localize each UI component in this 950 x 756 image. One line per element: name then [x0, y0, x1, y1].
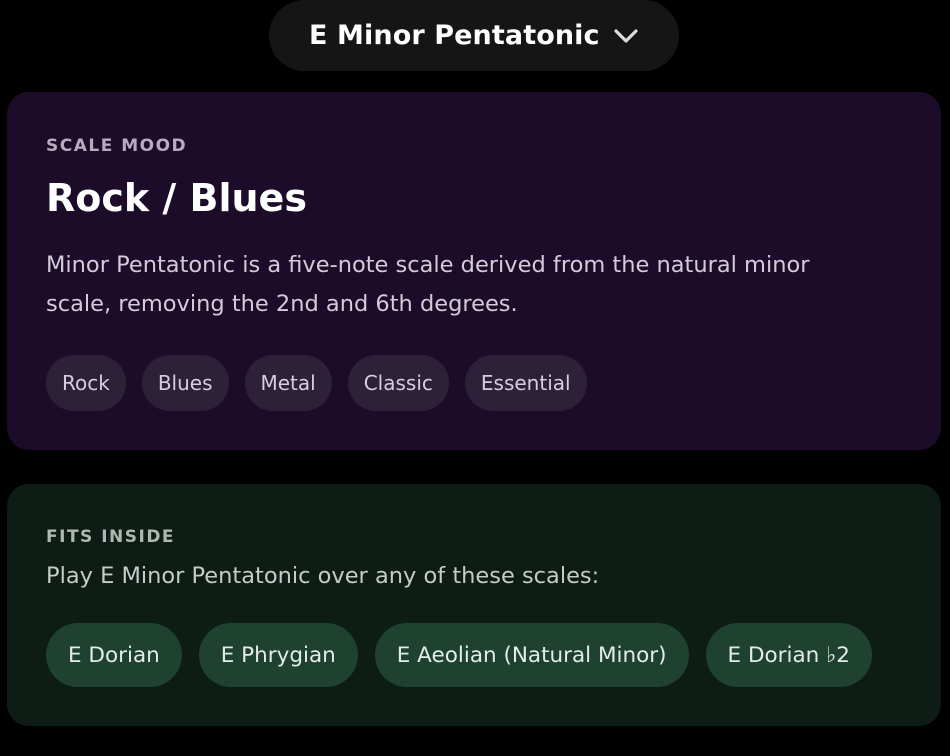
parent-scale-pill[interactable]: E Aeolian (Natural Minor) [374, 623, 689, 687]
fits-inside-card: FITS INSIDE Play E Minor Pentatonic over… [7, 484, 941, 726]
mood-tags: Rock Blues Metal Classic Essential [46, 355, 587, 411]
chevron-down-icon [614, 29, 638, 43]
mood-tag: Blues [141, 355, 229, 411]
scale-mood-description: Minor Pentatonic is a five-note scale de… [46, 252, 810, 317]
scale-selector-title: E Minor Pentatonic [309, 20, 600, 51]
scale-selector-dropdown[interactable]: E Minor Pentatonic [269, 0, 679, 71]
parent-scale-pill[interactable]: E Dorian ♭2 [705, 623, 872, 687]
mood-tag: Metal [244, 355, 332, 411]
parent-scale-pill[interactable]: E Dorian [46, 623, 182, 687]
mood-tag: Rock [46, 355, 126, 411]
scale-mood-title: Rock / Blues [46, 176, 307, 220]
scale-mood-card: SCALE MOOD Rock / Blues Minor Pentatonic… [7, 92, 941, 450]
fits-inside-label: FITS INSIDE [46, 527, 176, 547]
mood-tag: Classic [347, 355, 449, 411]
scale-mood-label: SCALE MOOD [46, 136, 188, 156]
fits-inside-description: Play E Minor Pentatonic over any of thes… [46, 563, 600, 589]
mood-tag: Essential [464, 355, 587, 411]
scale-detail-page: E Minor Pentatonic SCALE MOOD Rock / Blu… [0, 0, 950, 756]
parent-scale-pill[interactable]: E Phrygian [198, 623, 358, 687]
parent-scale-list: E Dorian E Phrygian E Aeolian (Natural M… [46, 623, 872, 687]
